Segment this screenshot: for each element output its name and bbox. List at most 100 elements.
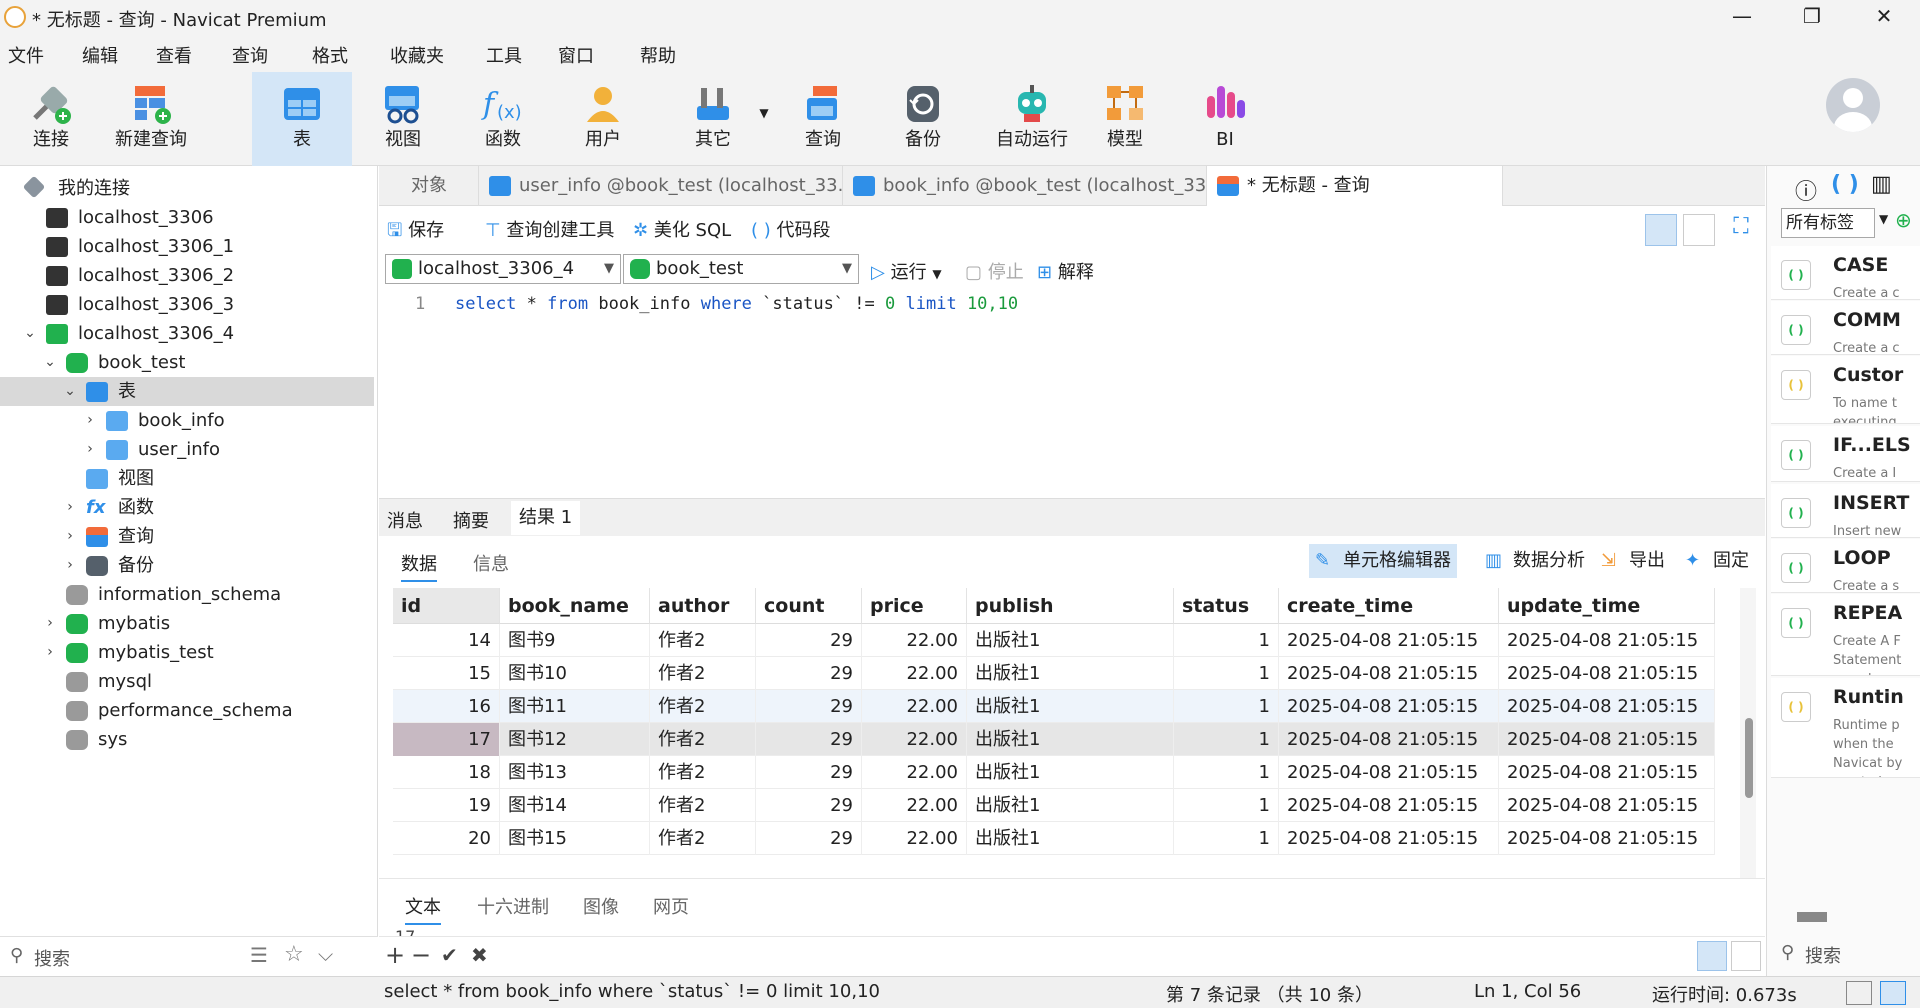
code-snippet-button[interactable]: ( ) 代码段 (751, 216, 831, 242)
cell-id[interactable]: 17 (393, 723, 500, 756)
cell-price[interactable]: 22.00 (862, 789, 967, 822)
chevron-right-icon[interactable]: › (82, 406, 98, 435)
menu-window[interactable]: 窗口 (558, 42, 594, 68)
table-row[interactable]: 19 图书14 作者2 29 22.00 出版社1 1 2025-04-08 21:05:15… (393, 789, 1715, 822)
tab-web[interactable]: 网页 (653, 893, 689, 919)
snippet-item[interactable]: ( ) INSERT Insert new (1771, 484, 1920, 538)
snippet-item[interactable]: ( ) Runtin Runtime p when the Navicat by y… (1771, 678, 1920, 778)
tree-item-localhost-3306-4[interactable]: ⌄ localhost_3306_4 (0, 319, 374, 348)
cell-update-time[interactable]: 2025-04-08 21:05:15 (1499, 822, 1715, 855)
tree-item-localhost-3306-2[interactable]: localhost_3306_2 (0, 261, 374, 290)
layout-horizontal-icon[interactable] (1683, 214, 1715, 246)
save-button[interactable]: 🖫 保存 (387, 216, 444, 248)
export-button[interactable]: ⇲ 导出 (1595, 544, 1671, 578)
toolbar-user-button[interactable]: 用户 (562, 72, 644, 166)
sql-code[interactable]: select * from book_info where `status` !… (455, 294, 1018, 314)
cell-update-time[interactable]: 2025-04-08 21:05:15 (1499, 657, 1715, 690)
menu-view[interactable]: 查看 (156, 42, 192, 68)
toolbar-table-button[interactable]: 表 (252, 72, 352, 166)
column-header-update-time[interactable]: update_time (1499, 588, 1715, 624)
cell-status[interactable]: 1 (1174, 756, 1279, 789)
cell-id[interactable]: 19 (393, 789, 500, 822)
toggle-right-panel-icon[interactable] (1880, 981, 1906, 1005)
snippet-item[interactable]: ( ) REPEA Create A F Statement search_co (1771, 594, 1920, 676)
cell-create-time[interactable]: 2025-04-08 21:05:15 (1279, 756, 1499, 789)
tree-item-localhost-3306-3[interactable]: localhost_3306_3 (0, 290, 374, 319)
toggle-left-panel-icon[interactable] (1846, 981, 1872, 1005)
tree-item-book-info[interactable]: › book_info (0, 406, 374, 435)
menu-query[interactable]: 查询 (232, 42, 268, 68)
form-view-icon[interactable] (1731, 941, 1761, 971)
cell-book-name[interactable]: 图书13 (500, 756, 650, 789)
maximize-button[interactable]: ❐ (1782, 0, 1842, 34)
cell-book-name[interactable]: 图书10 (500, 657, 650, 690)
avatar[interactable] (1826, 78, 1880, 132)
column-header-status[interactable]: status (1174, 588, 1279, 624)
cell-count[interactable]: 29 (756, 624, 862, 657)
cell-create-time[interactable]: 2025-04-08 21:05:15 (1279, 822, 1499, 855)
tree-item-mybatis-test[interactable]: › mybatis_test (0, 638, 374, 667)
snippet-search-input[interactable]: 搜索 (1805, 942, 1841, 968)
tab-image[interactable]: 图像 (583, 893, 619, 919)
tree-item-views[interactable]: 视图 (0, 464, 374, 493)
cell-status[interactable]: 1 (1174, 690, 1279, 723)
close-button[interactable]: ✕ (1854, 0, 1914, 34)
toolbar-bi-button[interactable]: BI (1184, 72, 1266, 166)
chevron-down-icon[interactable]: ⌄ (42, 348, 58, 377)
cell-count[interactable]: 29 (756, 756, 862, 789)
panel-scrollbar-thumb[interactable] (1797, 912, 1827, 922)
toolbar-backup-button[interactable]: 备份 (882, 72, 964, 166)
stop-button[interactable]: ▢ 停止 (965, 258, 1024, 284)
cell-author[interactable]: 作者2 (650, 756, 756, 789)
snippet-item[interactable]: ( ) Custor To name t executing (1771, 356, 1920, 424)
cell-count[interactable]: 29 (756, 723, 862, 756)
cell-book-name[interactable]: 图书9 (500, 624, 650, 657)
snippet-item[interactable]: ( ) IF...ELS Create a I (1771, 426, 1920, 482)
column-header-count[interactable]: count (756, 588, 862, 624)
discard-icon[interactable]: ✖ (471, 943, 488, 967)
column-header-create-time[interactable]: create_time (1279, 588, 1499, 624)
cell-create-time[interactable]: 2025-04-08 21:05:15 (1279, 690, 1499, 723)
cell-price[interactable]: 22.00 (862, 723, 967, 756)
cell-status[interactable]: 1 (1174, 624, 1279, 657)
cell-price[interactable]: 22.00 (862, 822, 967, 855)
tree-item-functions[interactable]: › fx 函数 (0, 493, 374, 522)
cell-publish[interactable]: 出版社1 (967, 789, 1174, 822)
cell-publish[interactable]: 出版社1 (967, 723, 1174, 756)
toolbar-view-button[interactable]: 视图 (362, 72, 444, 166)
layout-vertical-icon[interactable] (1645, 214, 1677, 246)
tab-objects[interactable]: 对象 (379, 166, 479, 206)
cell-id[interactable]: 18 (393, 756, 500, 789)
column-header-price[interactable]: price (862, 588, 967, 624)
toolbar-other-dropdown-icon[interactable]: ▼ (756, 72, 772, 166)
connection-select[interactable]: localhost_3306_4 ▼ (385, 254, 621, 284)
toolbar-function-button[interactable]: f (x) 函数 (462, 72, 544, 166)
apply-icon[interactable]: ✔ (441, 943, 458, 967)
add-snippet-icon[interactable]: ⊕ (1895, 208, 1912, 232)
cell-id[interactable]: 15 (393, 657, 500, 690)
table-row[interactable]: 14 图书9 作者2 29 22.00 出版社1 1 2025-04-08 21:05:15 2… (393, 624, 1715, 657)
fullscreen-icon[interactable]: ⛶ (1725, 214, 1757, 246)
data-analysis-button[interactable]: ▥ 数据分析 (1479, 544, 1591, 578)
scrollbar-thumb[interactable] (1745, 718, 1753, 798)
tree-item-localhost-3306-1[interactable]: localhost_3306_1 (0, 232, 374, 261)
cell-publish[interactable]: 出版社1 (967, 657, 1174, 690)
tree-item-tables[interactable]: ⌄ 表 (0, 377, 374, 406)
cell-update-time[interactable]: 2025-04-08 21:05:15 (1499, 624, 1715, 657)
tree-item-book-test[interactable]: ⌄ book_test (0, 348, 374, 377)
chevron-right-icon[interactable]: › (62, 493, 78, 522)
cell-book-name[interactable]: 图书11 (500, 690, 650, 723)
cell-status[interactable]: 1 (1174, 822, 1279, 855)
column-header-author[interactable]: author (650, 588, 756, 624)
cell-create-time[interactable]: 2025-04-08 21:05:15 (1279, 723, 1499, 756)
tree-item-information-schema[interactable]: information_schema (0, 580, 374, 609)
menu-tools[interactable]: 工具 (486, 42, 522, 68)
column-header-book-name[interactable]: book_name (500, 588, 650, 624)
tab-result-1[interactable]: 结果 1 (511, 501, 581, 535)
cell-price[interactable]: 22.00 (862, 657, 967, 690)
explain-button[interactable]: ⊞ 解释 (1037, 258, 1094, 284)
cell-count[interactable]: 29 (756, 822, 862, 855)
toolbar-query-button[interactable]: 查询 (782, 72, 864, 166)
tree-item-user-info[interactable]: › user_info (0, 435, 374, 464)
chevron-right-icon[interactable]: › (42, 638, 58, 667)
